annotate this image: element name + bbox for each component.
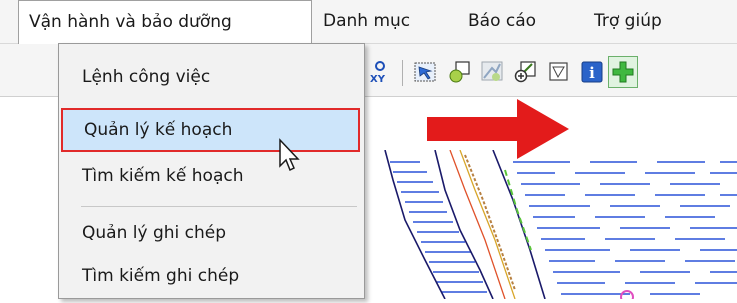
menu-bar: Vận hành và bảo dưỡng Danh mục Báo cáo T… — [0, 0, 737, 44]
menu-item-tim-kiem-ghi-chep-label: Tìm kiếm ghi chép — [82, 266, 240, 286]
zoom-feature-icon[interactable] — [513, 60, 537, 84]
menu-bao-cao[interactable]: Báo cáo — [468, 0, 536, 43]
menu-danh-muc[interactable]: Danh mục — [323, 0, 410, 43]
dropdown-menu-van-hanh: Lệnh công việc Quản lý kế hoạch Tìm kiếm… — [58, 43, 365, 299]
menu-van-hanh-bao-duong-label: Vận hành và bảo dưỡng — [29, 12, 232, 32]
mouse-cursor-icon — [278, 138, 302, 174]
xy-label: XY — [370, 74, 386, 85]
menu-item-quan-ly-ghi-chep-label: Quản lý ghi chép — [82, 223, 227, 243]
menu-item-quan-ly-ghi-chep[interactable]: Quản lý ghi chép — [59, 211, 364, 255]
water-hatching-right — [513, 161, 737, 295]
menu-item-tim-kiem-ke-hoach-label: Tìm kiếm kế hoạch — [82, 166, 244, 186]
select-feature-icon[interactable] — [414, 60, 438, 84]
map-marker — [620, 290, 634, 303]
menu-tro-giup[interactable]: Trợ giúp — [594, 0, 662, 43]
menu-item-quan-ly-ke-hoach[interactable]: Quản lý kế hoạch — [61, 108, 360, 152]
info-label: i — [589, 64, 595, 82]
add-icon[interactable] — [608, 56, 638, 88]
menu-item-quan-ly-ke-hoach-label: Quản lý kế hoạch — [84, 120, 233, 140]
map-drawing — [384, 149, 737, 303]
menu-item-tim-kiem-ke-hoach[interactable]: Tìm kiếm kế hoạch — [59, 154, 364, 198]
menu-item-lenh-cong-viec-label: Lệnh công việc — [82, 67, 211, 87]
menu-danh-muc-label: Danh mục — [323, 11, 411, 31]
menu-tro-giup-label: Trợ giúp — [594, 11, 662, 31]
menu-separator — [81, 206, 357, 207]
add-feature-icon[interactable] — [447, 60, 471, 84]
red-arrow-icon — [425, 97, 571, 161]
menu-item-tim-kiem-ghi-chep[interactable]: Tìm kiếm ghi chép — [59, 254, 364, 298]
map-frame-icon[interactable] — [547, 60, 571, 84]
info-icon[interactable]: i — [580, 60, 604, 84]
edit-feature-icon[interactable] — [480, 60, 504, 84]
menu-van-hanh-bao-duong[interactable]: Vận hành và bảo dưỡng — [18, 0, 312, 44]
menu-bao-cao-label: Báo cáo — [468, 11, 537, 31]
menu-item-lenh-cong-viec[interactable]: Lệnh công việc — [59, 55, 364, 99]
toolbar-separator — [402, 60, 403, 86]
xy-coordinate-icon[interactable]: XY — [369, 60, 391, 85]
map-canvas[interactable] — [365, 149, 737, 303]
